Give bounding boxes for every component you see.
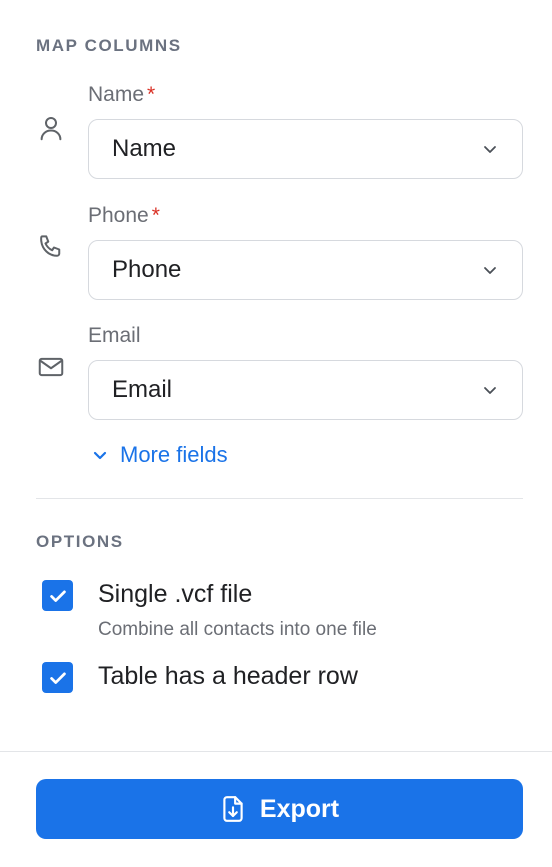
- required-asterisk: *: [147, 83, 156, 106]
- mail-icon: [36, 352, 66, 382]
- header-row-label[interactable]: Table has a header row: [98, 662, 358, 691]
- export-label: Export: [259, 794, 340, 823]
- checkmark-icon: [49, 590, 66, 602]
- phone-field-label: Phone *: [88, 204, 160, 228]
- email-field-label: Email: [88, 324, 144, 348]
- phone-select-value: Phone: [112, 256, 182, 283]
- footer-divider: [0, 751, 552, 752]
- section-divider: [36, 498, 523, 499]
- person-icon: [36, 113, 66, 143]
- name-field-label: Name *: [88, 83, 155, 107]
- chevron-down-icon: [480, 380, 500, 400]
- phone-column-select[interactable]: Phone: [88, 240, 523, 300]
- name-select-value: Name: [112, 135, 177, 162]
- chevron-down-icon: [480, 260, 500, 280]
- export-button[interactable]: Export: [36, 779, 523, 839]
- export-settings-panel: MAP COLUMNS Name * Name Phone * Phone Emai…: [0, 0, 552, 867]
- chevron-down-icon: [480, 139, 500, 159]
- checkmark-icon: [49, 672, 66, 684]
- map-columns-heading: MAP COLUMNS: [36, 36, 182, 55]
- single-vcf-label[interactable]: Single .vcf file: [98, 580, 252, 609]
- phone-label-text: Phone: [88, 204, 149, 227]
- chevron-down-icon: [90, 445, 110, 465]
- email-column-select[interactable]: Email: [88, 360, 523, 420]
- single-vcf-checkbox[interactable]: [42, 580, 73, 611]
- header-row-checkbox[interactable]: [42, 662, 73, 693]
- name-column-select[interactable]: Name: [88, 119, 523, 179]
- more-fields-label: More fields: [120, 442, 228, 467]
- more-fields-link[interactable]: More fields: [90, 440, 228, 470]
- required-asterisk: *: [151, 204, 160, 227]
- name-label-text: Name: [88, 83, 145, 106]
- email-label-text: Email: [88, 324, 141, 347]
- phone-icon: [36, 232, 66, 262]
- email-select-value: Email: [112, 376, 173, 403]
- single-vcf-description: Combine all contacts into one file: [98, 619, 377, 640]
- file-download-icon: [220, 795, 246, 823]
- options-heading: OPTIONS: [36, 532, 124, 551]
